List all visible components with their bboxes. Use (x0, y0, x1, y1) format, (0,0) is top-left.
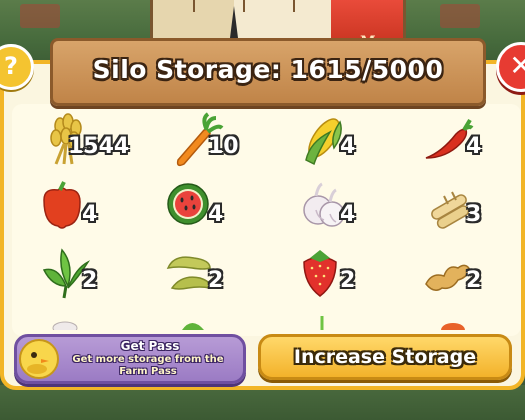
item-count: 2 (82, 268, 98, 293)
item-strawberry[interactable]: 2 (296, 246, 416, 306)
get-pass-description: Get more storage from the Farm Pass (72, 354, 224, 377)
item-count: 1544 (68, 134, 130, 159)
item-watermelon[interactable]: 4 (164, 180, 284, 240)
barn-decoration (20, 4, 60, 28)
item-count: 2 (340, 268, 356, 293)
item-corn[interactable]: 4 (296, 112, 416, 172)
item-bell-pepper[interactable]: 4 (38, 180, 158, 240)
increase-storage-button[interactable]: Increase Storage (258, 334, 512, 380)
item-count: 2 (208, 268, 224, 293)
item-count: 4 (340, 202, 356, 227)
get-pass-title: Get Pass (120, 339, 180, 353)
page-title: Silo Storage: 1615/5000 (92, 55, 444, 84)
increase-storage-label: Increase Storage (293, 346, 477, 368)
next-row-item-peek (52, 321, 78, 330)
get-pass-button[interactable]: Get Pass Get more storage from the Farm … (14, 334, 246, 384)
item-herb[interactable]: 2 (38, 246, 158, 306)
item-wheat[interactable]: 1544 (38, 112, 158, 172)
title-banner: Silo Storage: 1615/5000 (50, 38, 486, 106)
help-icon: ? (4, 52, 18, 80)
item-count: 10 (208, 134, 239, 159)
item-count: 4 (340, 134, 356, 159)
gauge-tick (193, 0, 195, 12)
item-count: 4 (82, 202, 98, 227)
item-count: 2 (466, 268, 482, 293)
close-icon: ✕ (509, 49, 525, 82)
item-soybean[interactable]: 2 (164, 246, 284, 306)
item-chili-pepper[interactable]: 4 (422, 112, 525, 172)
next-row-item-peek (441, 323, 465, 330)
item-carrot[interactable]: 10 (164, 112, 284, 172)
gauge-tick (293, 0, 295, 12)
gauge-tick (243, 0, 245, 12)
item-count: 4 (208, 202, 224, 227)
next-row-item-peek (182, 323, 204, 330)
item-ginger[interactable]: 2 (422, 246, 525, 306)
barn-decoration (440, 4, 480, 28)
item-count: 3 (466, 202, 482, 227)
next-row-item-peek (320, 316, 324, 330)
item-garlic[interactable]: 4 (296, 180, 416, 240)
item-count: 4 (466, 134, 482, 159)
chick-icon (19, 339, 59, 379)
farm-background-bottom (0, 385, 525, 420)
item-sugarcane[interactable]: 3 (422, 180, 525, 240)
